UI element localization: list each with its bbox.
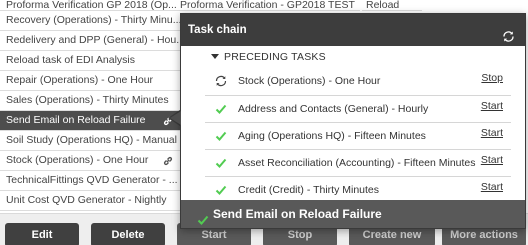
preceding-task-row: Asset Reconciliation (Accounting) - Fift… bbox=[205, 149, 511, 176]
preceding-task-name: Address and Contacts (General) - Hourly bbox=[238, 103, 429, 115]
start-task-link[interactable]: Start bbox=[481, 127, 503, 139]
task-row[interactable]: Soil Study (Operations HQ) - Manual bbox=[0, 131, 180, 151]
task-row-label: Repair (Operations) - One Hour bbox=[6, 74, 154, 86]
checkmark-icon bbox=[214, 129, 228, 143]
task-row-selected[interactable]: Send Email on Reload Failure bbox=[0, 111, 180, 131]
task-row-label: Soil Study (Operations HQ) - Manual bbox=[6, 134, 177, 146]
preceding-task-name: Asset Reconciliation (Accounting) - Fift… bbox=[238, 157, 476, 169]
task-row-label: Stock (Operations) - One Hour bbox=[6, 154, 149, 166]
preceding-task-name: Aging (Operations HQ) - Fifteen Minutes bbox=[238, 130, 426, 142]
current-task-name: Send Email on Reload Failure bbox=[213, 207, 382, 221]
delete-button[interactable]: Delete bbox=[91, 223, 165, 245]
task-row[interactable]: Stock (Operations) - One Hour bbox=[0, 151, 180, 171]
preceding-task-name: Stock (Operations) - One Hour bbox=[238, 75, 381, 87]
task-row[interactable]: Proforma Verification GP 2018 (Op... bbox=[0, 0, 180, 11]
background-cell-task-type: Reload bbox=[362, 0, 422, 11]
task-row-label: TechnicalFittings QVD Generator - ... bbox=[6, 174, 178, 186]
task-list: Proforma Verification GP 2018 (Op... Rec… bbox=[0, 0, 180, 211]
preceding-task-row: Aging (Operations HQ) - Fifteen Minutes … bbox=[205, 122, 511, 149]
start-task-link[interactable]: Start bbox=[481, 154, 503, 166]
preceding-task-row: Credit (Credit) - Thirty Minutes Start bbox=[205, 176, 511, 203]
background-cell-task-name: Proforma Verification - GP2018 TEST bbox=[180, 0, 360, 11]
checkmark-icon bbox=[214, 156, 228, 170]
stop-task-link[interactable]: Stop bbox=[481, 72, 503, 84]
popover-title: Task chain bbox=[188, 24, 247, 36]
checkmark-icon bbox=[214, 102, 228, 116]
task-chain-popover: Task chain PRECEDING TASKS Stock (Operat… bbox=[180, 13, 526, 229]
popover-header: Task chain bbox=[181, 14, 525, 46]
task-row[interactable]: Recovery (Operations) - Thirty Minu... bbox=[0, 11, 180, 31]
task-row-label: Redelivery and DPP (General) - Hou... bbox=[6, 34, 180, 46]
popover-arrow-inner bbox=[170, 111, 181, 125]
start-task-link[interactable]: Start bbox=[481, 181, 503, 193]
task-row-label: Reload task of EDI Analysis bbox=[6, 54, 135, 66]
task-row[interactable]: TechnicalFittings QVD Generator - ... bbox=[0, 171, 180, 191]
start-task-link[interactable]: Start bbox=[481, 100, 503, 112]
task-row[interactable]: Repair (Operations) - One Hour bbox=[0, 71, 180, 91]
task-row[interactable]: Redelivery and DPP (General) - Hou... bbox=[0, 31, 180, 51]
preceding-task-name: Credit (Credit) - Thirty Minutes bbox=[238, 184, 380, 196]
task-row-label: Recovery (Operations) - Thirty Minu... bbox=[6, 14, 180, 26]
task-row-label: Send Email on Reload Failure bbox=[6, 114, 146, 126]
task-row-label: Unit Cost QVD Generator - Nightly bbox=[6, 194, 167, 206]
checkmark-icon bbox=[214, 183, 228, 197]
preceding-tasks-section[interactable]: PRECEDING TASKS bbox=[211, 46, 525, 68]
task-row-label: Proforma Verification GP 2018 (Op... bbox=[6, 0, 177, 11]
checkmark-icon bbox=[197, 208, 209, 225]
task-row[interactable]: Reload task of EDI Analysis bbox=[0, 51, 180, 71]
section-title: PRECEDING TASKS bbox=[224, 51, 326, 63]
running-refresh-icon bbox=[214, 74, 228, 88]
task-row[interactable]: Unit Cost QVD Generator - Nightly bbox=[0, 191, 180, 211]
caret-down-icon bbox=[211, 54, 219, 59]
task-row-label: Sales (Operations) - Thirty Minutes bbox=[6, 94, 169, 106]
preceding-task-row: Stock (Operations) - One Hour Stop bbox=[205, 68, 511, 95]
current-task-footer: Send Email on Reload Failure bbox=[181, 200, 525, 228]
refresh-icon[interactable] bbox=[502, 24, 515, 42]
task-row[interactable]: Sales (Operations) - Thirty Minutes bbox=[0, 91, 180, 111]
preceding-task-row: Address and Contacts (General) - Hourly … bbox=[205, 95, 511, 122]
edit-button[interactable]: Edit bbox=[5, 223, 79, 245]
task-chain-icon[interactable] bbox=[162, 151, 174, 170]
